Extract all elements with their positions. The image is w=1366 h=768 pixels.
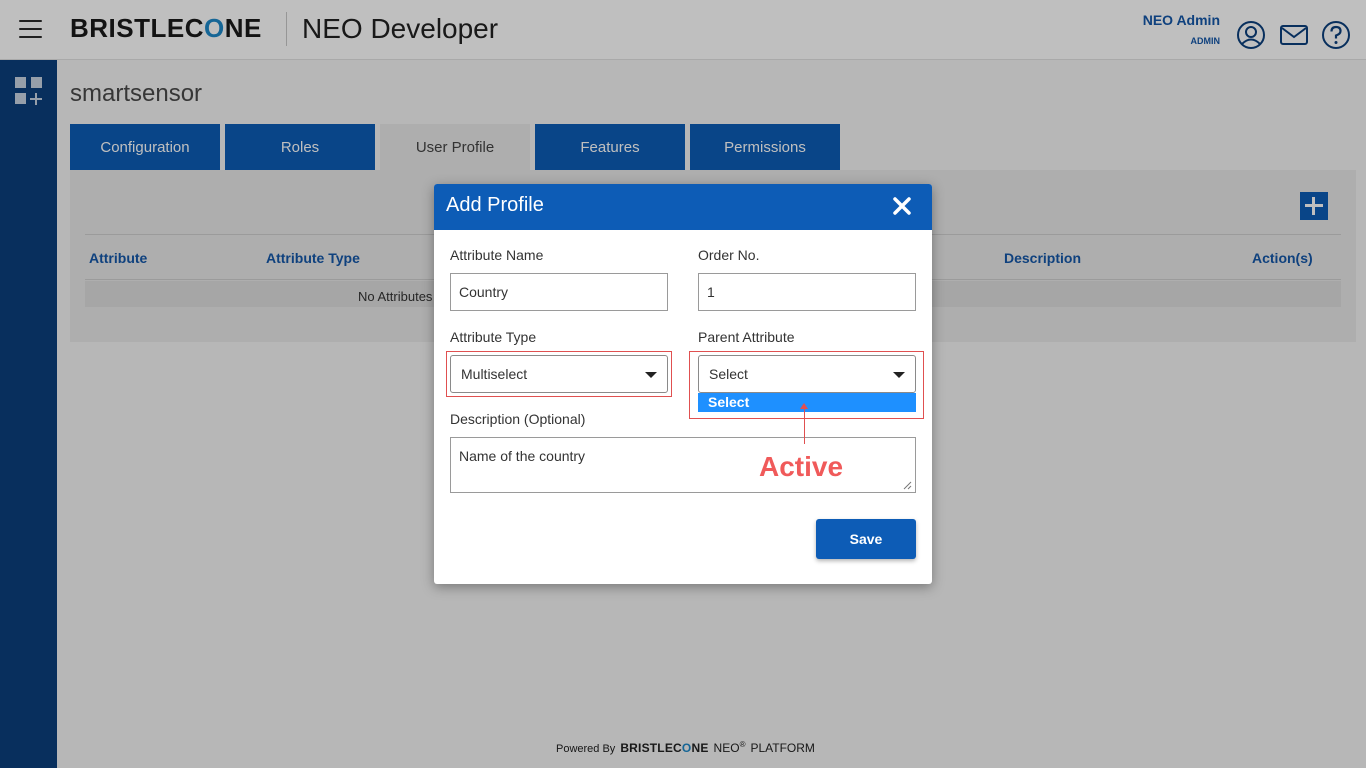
order-no-input[interactable]	[698, 273, 916, 311]
caret-down-icon	[893, 372, 905, 378]
add-profile-dialog: Add Profile Attribute Name Order No. Att…	[434, 184, 932, 584]
dialog-title: Add Profile	[446, 194, 544, 216]
parent-attribute-value: Select	[709, 366, 748, 382]
attribute-name-input[interactable]	[450, 273, 668, 311]
annotation-arrow-line	[804, 406, 805, 444]
annotation-label: Active	[759, 451, 844, 482]
dialog-header: Add Profile	[434, 184, 932, 230]
resize-grip-icon[interactable]	[902, 480, 912, 490]
parent-attribute-label: Parent Attribute	[698, 329, 795, 345]
description-textarea[interactable]: Name of the country	[450, 437, 916, 493]
attribute-type-select[interactable]: Multiselect	[450, 355, 668, 393]
close-icon[interactable]	[890, 194, 914, 218]
attribute-type-label: Attribute Type	[450, 329, 537, 345]
description-label: Description (Optional)	[450, 411, 586, 427]
caret-down-icon	[645, 372, 657, 378]
save-button[interactable]: Save	[816, 519, 916, 559]
order-no-label: Order No.	[698, 247, 760, 263]
attribute-type-value: Multiselect	[461, 366, 528, 382]
attribute-name-label: Attribute Name	[450, 247, 544, 263]
parent-attribute-select[interactable]: Select	[698, 355, 916, 393]
